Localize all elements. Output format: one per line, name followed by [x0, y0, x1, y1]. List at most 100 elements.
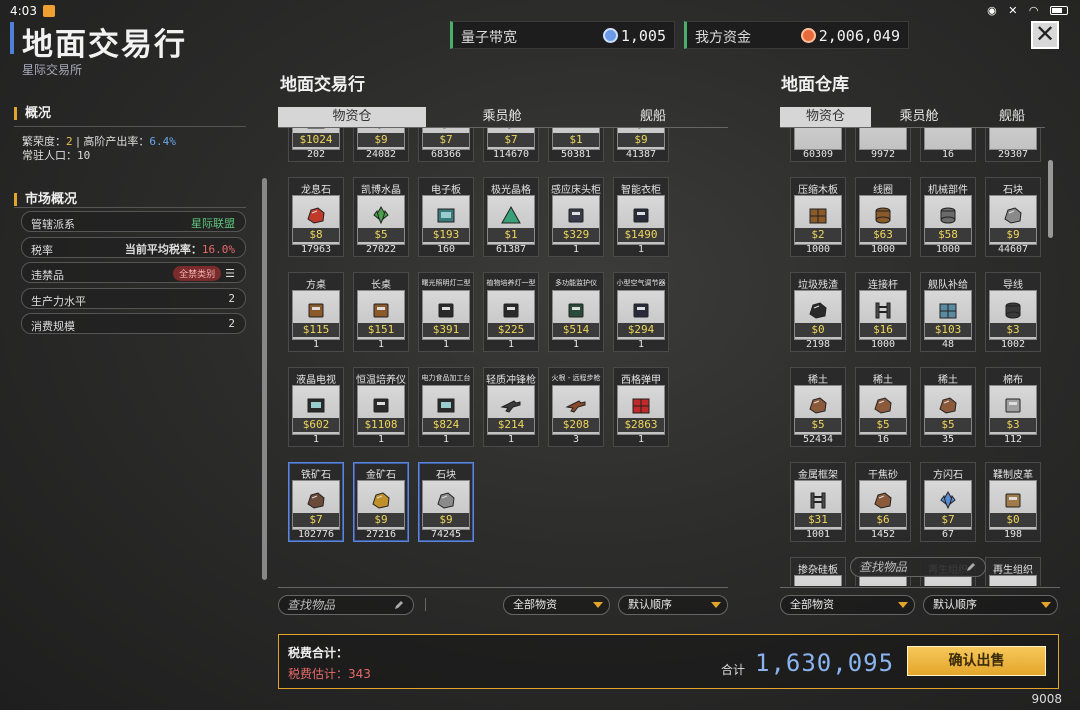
item-card[interactable]: 西格弹甲 $2863 1 — [613, 367, 669, 447]
item-card[interactable]: 金矿石 $9 27216 — [353, 462, 409, 542]
item-quantity: 1 — [507, 434, 515, 445]
box-icon — [568, 208, 584, 223]
item-name: 感应床头柜 — [551, 185, 601, 196]
item-card[interactable]: $7 114670 — [483, 128, 539, 162]
item-name: 金属框架 — [798, 470, 838, 481]
item-card[interactable]: 金属框架 $31 1001 — [790, 462, 846, 542]
market-row-consumption[interactable]: 消费规模 2 — [21, 313, 246, 334]
item-card[interactable]: 导线 $3 1002 — [985, 272, 1041, 352]
item-card[interactable]: 稀土 $5 35 — [920, 367, 976, 447]
item-card[interactable]: $9 41387 — [613, 128, 669, 162]
board-icon — [807, 585, 829, 586]
title-accent — [10, 22, 14, 54]
warehouse-filter-dropdown[interactable]: 全部物资 — [780, 595, 915, 615]
trade-sort-dropdown[interactable]: 默认顺序 — [618, 595, 728, 615]
item-thumbnail — [989, 575, 1037, 586]
box-icon — [373, 303, 389, 318]
item-card[interactable]: 恒温培养仪 $1108 1 — [353, 367, 409, 447]
item-card[interactable]: 方桌 $115 1 — [288, 272, 344, 352]
item-card[interactable]: 长桌 $151 1 — [353, 272, 409, 352]
item-card[interactable]: 16 — [920, 128, 976, 162]
item-card[interactable]: 凯博水晶 $5 27022 — [353, 177, 409, 257]
item-card[interactable]: 掺杂硅板 — [790, 557, 846, 586]
box-icon — [937, 128, 959, 130]
item-card[interactable]: 稀土 $5 16 — [855, 367, 911, 447]
item-card[interactable]: 29307 — [985, 128, 1041, 162]
ore-icon — [508, 128, 512, 129]
item-card[interactable]: $9 24082 — [353, 128, 409, 162]
item-name: 机械部件 — [928, 185, 968, 196]
tab-crew[interactable]: 乘员舱 — [871, 107, 967, 127]
list-icon[interactable]: ☰ — [225, 267, 235, 280]
box-icon — [568, 303, 584, 318]
warehouse-sort-dropdown[interactable]: 默认顺序 — [923, 595, 1058, 615]
item-card[interactable]: 垃圾残渣 $0 2198 — [790, 272, 846, 352]
market-row-faction[interactable]: 管辖派系 星际联盟 — [21, 211, 246, 232]
item-card[interactable]: 鞣制皮革 $0 198 — [985, 462, 1041, 542]
confirm-sell-button[interactable]: 确认出售 — [907, 646, 1046, 676]
pencil-icon — [395, 601, 403, 609]
item-card[interactable]: $1024 202 — [288, 128, 344, 162]
panel-scrollbar[interactable] — [262, 178, 267, 580]
item-quantity: 27022 — [365, 244, 397, 255]
item-card[interactable]: 感应床头柜 $329 1 — [548, 177, 604, 257]
item-card[interactable]: 再生组织 — [985, 557, 1041, 586]
item-card[interactable]: 9972 — [855, 128, 911, 162]
divider — [278, 587, 728, 588]
item-card[interactable]: 棉布 $3 112 — [985, 367, 1041, 447]
tab-ships[interactable]: 舰船 — [578, 107, 728, 127]
trade-filter-dropdown[interactable]: 全部物资 — [503, 595, 610, 615]
item-card[interactable]: 曙光照明灯二型 $391 1 — [418, 272, 474, 352]
item-card[interactable]: 60309 — [790, 128, 846, 162]
tab-goods[interactable]: 物资仓 — [278, 107, 426, 127]
item-price: $115 — [293, 323, 339, 337]
item-card[interactable]: 干焦砂 $6 1452 — [855, 462, 911, 542]
item-card[interactable]: 小型空气调节器 $294 1 — [613, 272, 669, 352]
item-quantity: 112 — [1003, 434, 1023, 445]
market-row-productivity[interactable]: 生产力水平 2 — [21, 288, 246, 309]
item-card[interactable]: 铁矿石 $7 102776 — [288, 462, 344, 542]
close-button[interactable]: ✕ — [1031, 21, 1059, 49]
item-card[interactable]: 液晶电视 $602 1 — [288, 367, 344, 447]
trade-search-input[interactable]: 查找物品 — [278, 595, 414, 615]
item-card[interactable]: 舰队补给 $103 48 — [920, 272, 976, 352]
item-card[interactable]: 火根 - 远程步枪 $208 3 — [548, 367, 604, 447]
item-card[interactable]: 电子板 $193 160 — [418, 177, 474, 257]
item-quantity: 48 — [941, 339, 955, 350]
item-card[interactable]: 线圈 $63 1000 — [855, 177, 911, 257]
tab-crew[interactable]: 乘员舱 — [426, 107, 578, 127]
item-price: $63 — [860, 228, 906, 242]
item-card[interactable]: 智能衣柜 $1490 1 — [613, 177, 669, 257]
item-card[interactable]: 电力食品加工台 $824 1 — [418, 367, 474, 447]
item-quantity: 1 — [637, 434, 645, 445]
item-card[interactable]: 压缩木板 $2 1000 — [790, 177, 846, 257]
item-quantity: 1 — [442, 339, 450, 350]
tab-ships[interactable]: 舰船 — [967, 107, 1057, 127]
item-card[interactable]: 轻质冲锋枪 $214 1 — [483, 367, 539, 447]
item-card[interactable]: 机械部件 $58 1000 — [920, 177, 976, 257]
item-price: $5 — [860, 418, 906, 432]
warehouse-scrollbar[interactable] — [1048, 160, 1053, 238]
gun-icon — [565, 400, 586, 413]
item-card[interactable]: 石块 $9 44607 — [985, 177, 1041, 257]
item-card[interactable]: $7 68366 — [418, 128, 474, 162]
warehouse-search-input[interactable]: 查找物品 — [850, 557, 986, 577]
rod-icon — [875, 302, 891, 319]
item-quantity: 27216 — [365, 529, 397, 540]
item-card[interactable]: $1 50381 — [548, 128, 604, 162]
tab-goods[interactable]: 物资仓 — [780, 107, 871, 127]
item-card[interactable]: 多功能监护仪 $514 1 — [548, 272, 604, 352]
trade-item-grid: $1024 202 $9 24082 $7 68366 $7 114670 $1 50381 $9 4… — [278, 128, 728, 586]
row-key: 违禁品 — [31, 269, 64, 282]
ore-icon — [939, 397, 957, 414]
item-card[interactable]: 稀土 $5 52434 — [790, 367, 846, 447]
item-card[interactable]: 方闪石 $7 67 — [920, 462, 976, 542]
item-card[interactable]: 极光晶格 $1 61387 — [483, 177, 539, 257]
market-row-contraband[interactable]: 违禁品 全禁类别 ☰ — [21, 262, 246, 283]
item-card[interactable]: 石块 $9 74245 — [418, 462, 474, 542]
item-card[interactable]: 龙息石 $8 17963 — [288, 177, 344, 257]
market-row-tax[interactable]: 税率 当前平均税率：16.0% — [21, 237, 246, 258]
item-card[interactable]: 植物培养灯一型 $225 1 — [483, 272, 539, 352]
item-price: $0 — [795, 323, 841, 337]
item-card[interactable]: 连接杆 $16 1000 — [855, 272, 911, 352]
